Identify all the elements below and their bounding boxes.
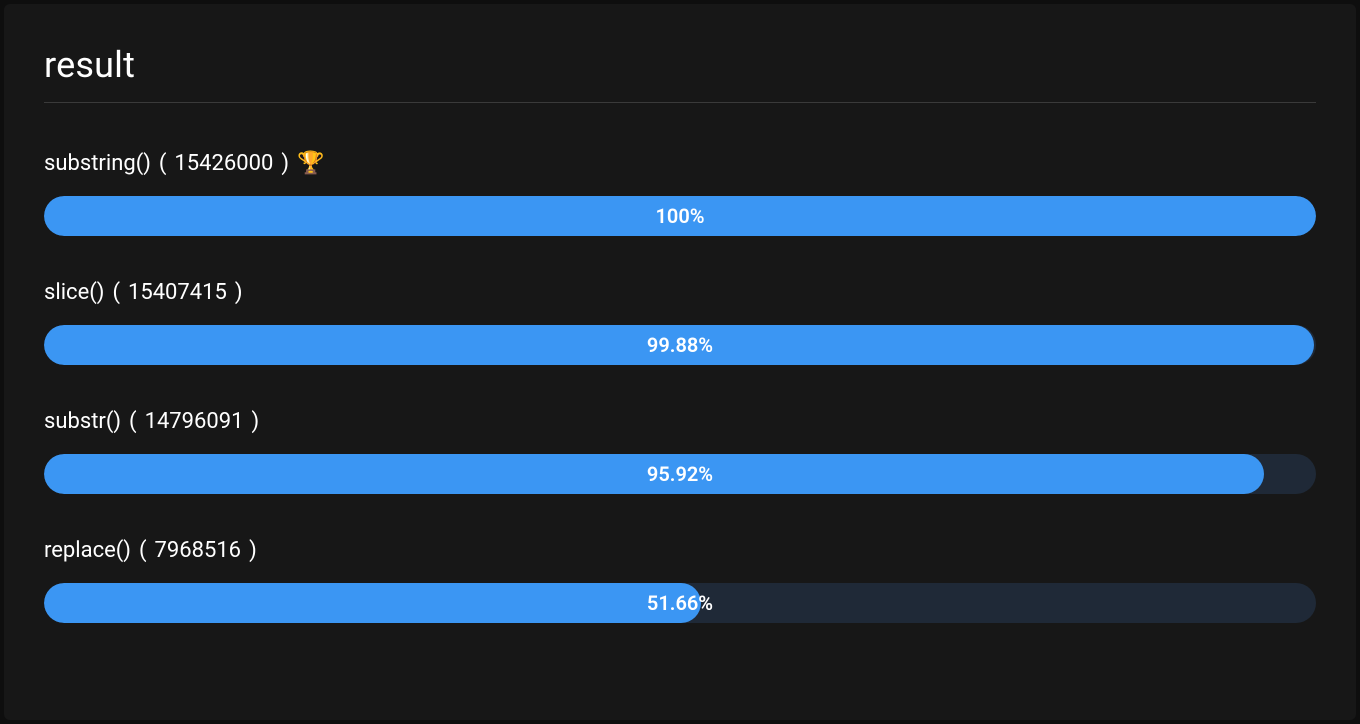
trophy-icon: 🏆 — [297, 153, 324, 175]
result-row: slice() (15407415) 99.88% — [44, 280, 1316, 365]
row-count-open: ( — [159, 151, 167, 176]
page-title: result — [44, 44, 1316, 103]
bar-track: 51.66% — [44, 583, 1316, 623]
row-label: replace() (7968516) — [44, 538, 1316, 563]
result-panel: result substring() (15426000) 🏆 100% sli… — [4, 4, 1356, 720]
row-count-open: ( — [112, 280, 120, 305]
bar-track: 95.92% — [44, 454, 1316, 494]
row-count-open: ( — [129, 409, 137, 434]
bar-track: 100% — [44, 196, 1316, 236]
row-name: substr() — [44, 409, 121, 434]
row-count-close: ) — [252, 409, 260, 434]
row-count: 14796091 — [145, 409, 244, 434]
bar-track: 99.88% — [44, 325, 1316, 365]
row-label: substring() (15426000) 🏆 — [44, 151, 1316, 176]
row-name: slice() — [44, 280, 104, 305]
result-row: replace() (7968516) 51.66% — [44, 538, 1316, 623]
row-name: replace() — [44, 538, 131, 563]
row-count-close: ) — [249, 538, 257, 563]
bar-percent: 100% — [44, 196, 1316, 236]
row-count-close: ) — [281, 151, 289, 176]
row-label: substr() (14796091) — [44, 409, 1316, 434]
row-name: substring() — [44, 151, 151, 176]
row-count: 7968516 — [155, 538, 242, 563]
bar-percent: 51.66% — [44, 583, 1316, 623]
result-row: substr() (14796091) 95.92% — [44, 409, 1316, 494]
result-rows: substring() (15426000) 🏆 100% slice() (1… — [44, 151, 1316, 623]
row-count: 15426000 — [174, 151, 273, 176]
bar-percent: 99.88% — [44, 325, 1316, 365]
result-row: substring() (15426000) 🏆 100% — [44, 151, 1316, 236]
row-count-open: ( — [139, 538, 147, 563]
bar-percent: 95.92% — [44, 454, 1316, 494]
row-count: 15407415 — [128, 280, 227, 305]
row-count-close: ) — [235, 280, 243, 305]
row-label: slice() (15407415) — [44, 280, 1316, 305]
